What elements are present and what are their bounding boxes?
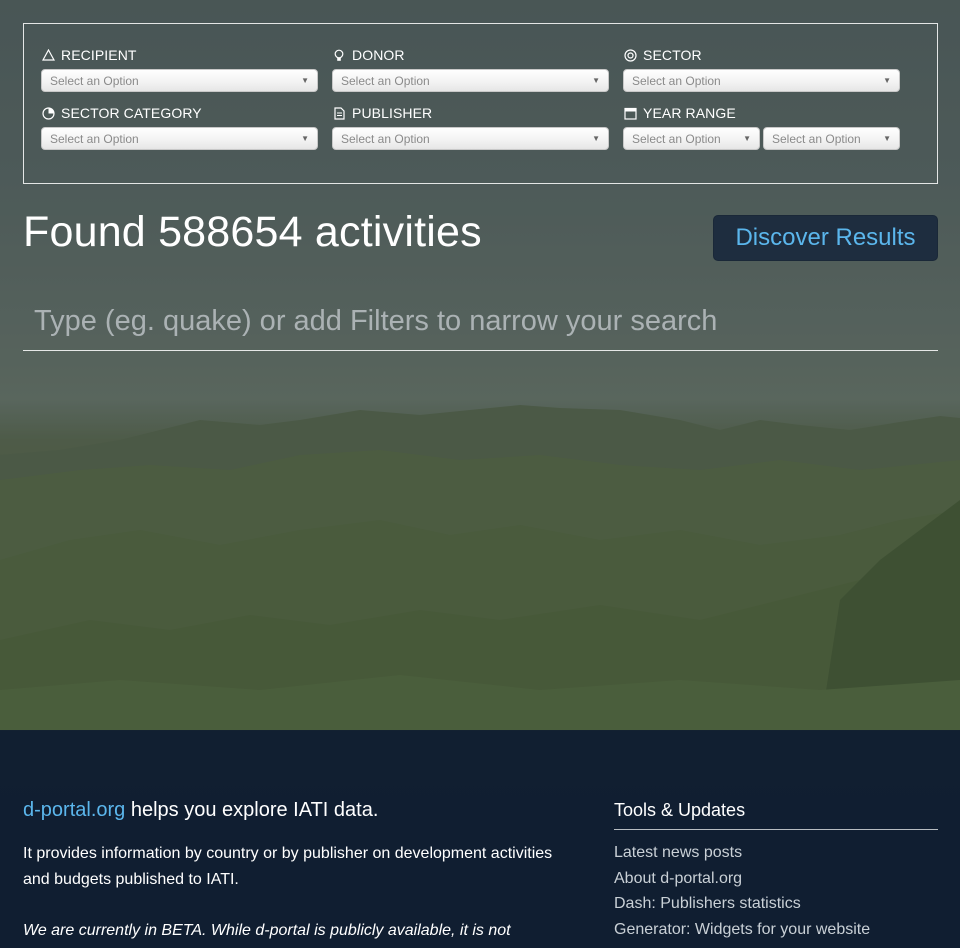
target-icon <box>623 48 637 62</box>
publisher-select-value: Select an Option <box>341 131 430 146</box>
filter-label-year-range: YEAR RANGE <box>643 105 736 121</box>
triangle-icon <box>41 48 55 62</box>
discover-results-button[interactable]: Discover Results <box>713 215 938 261</box>
filter-sector: SECTOR Select an Option ▼ <box>623 46 900 92</box>
document-icon <box>332 106 346 120</box>
lightbulb-icon <box>332 48 346 62</box>
footer-description: It provides information by country or by… <box>23 845 553 888</box>
recipient-select-value: Select an Option <box>50 73 139 88</box>
filter-label-sector: SECTOR <box>643 47 702 63</box>
sector-select[interactable]: Select an Option ▼ <box>623 69 900 92</box>
footer-beta-notice: We are currently in BETA. While d-portal… <box>23 922 511 939</box>
filter-year-range: YEAR RANGE Select an Option ▼ Select an … <box>623 104 900 150</box>
calendar-icon <box>623 106 637 120</box>
year-from-select[interactable]: Select an Option ▼ <box>623 127 760 150</box>
year-from-select-value: Select an Option <box>632 131 721 146</box>
recipient-select[interactable]: Select an Option ▼ <box>41 69 318 92</box>
filter-sector-category: SECTOR CATEGORY Select an Option ▼ <box>41 104 318 150</box>
filter-donor: DONOR Select an Option ▼ <box>332 46 609 92</box>
tools-link-news[interactable]: Latest news posts <box>614 840 870 866</box>
tools-link-dash[interactable]: Dash: Publishers statistics <box>614 891 870 917</box>
tools-link-about[interactable]: About d-portal.org <box>614 866 870 892</box>
publisher-select[interactable]: Select an Option ▼ <box>332 127 609 150</box>
footer-intro: d-portal.org helps you explore IATI data… <box>23 799 378 822</box>
chevron-down-icon: ▼ <box>301 134 309 143</box>
filter-label-recipient: RECIPIENT <box>61 47 137 63</box>
tools-link-generator[interactable]: Generator: Widgets for your website <box>614 917 870 943</box>
sector-category-select[interactable]: Select an Option ▼ <box>41 127 318 150</box>
filter-label-sector-category: SECTOR CATEGORY <box>61 105 202 121</box>
chevron-down-icon: ▼ <box>301 76 309 85</box>
footer-intro-text: helps you explore IATI data. <box>125 799 379 821</box>
chevron-down-icon: ▼ <box>592 76 600 85</box>
sector-select-value: Select an Option <box>632 73 721 88</box>
results-count-heading: Found 588654 activities <box>23 208 482 256</box>
donor-select-value: Select an Option <box>341 73 430 88</box>
chevron-down-icon: ▼ <box>592 134 600 143</box>
brand-link[interactable]: d-portal.org <box>23 799 125 821</box>
year-to-select[interactable]: Select an Option ▼ <box>763 127 900 150</box>
filter-recipient: RECIPIENT Select an Option ▼ <box>41 46 318 92</box>
donor-select[interactable]: Select an Option ▼ <box>332 69 609 92</box>
filter-label-publisher: PUBLISHER <box>352 105 433 121</box>
search-input[interactable] <box>23 293 938 351</box>
year-to-select-value: Select an Option <box>772 131 861 146</box>
chevron-down-icon: ▼ <box>743 134 751 143</box>
filter-label-donor: DONOR <box>352 47 405 63</box>
chevron-down-icon: ▼ <box>883 76 891 85</box>
filter-publisher: PUBLISHER Select an Option ▼ <box>332 104 609 150</box>
chevron-down-icon: ▼ <box>883 134 891 143</box>
tools-links-list: Latest news posts About d-portal.org Das… <box>614 840 870 942</box>
filter-panel: RECIPIENT Select an Option ▼ DONOR Selec… <box>23 23 938 184</box>
sector-category-select-value: Select an Option <box>50 131 139 146</box>
tools-updates-heading: Tools & Updates <box>614 800 938 830</box>
pie-chart-icon <box>41 106 55 120</box>
